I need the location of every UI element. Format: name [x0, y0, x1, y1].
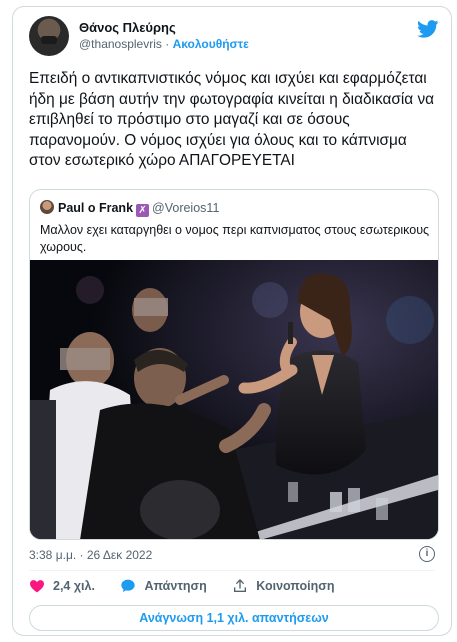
author-avatar[interactable]: [29, 16, 69, 56]
heart-icon: [30, 580, 44, 593]
author-handle-row: @thanosplevris · Ακολουθήστε: [79, 37, 249, 51]
quoted-author-name: Paul o Frank: [58, 201, 134, 215]
tweet-actions: 2,4 χιλ. Απάντηση Κοινοποίηση: [29, 578, 356, 598]
share-label: Κοινοποίηση: [256, 579, 335, 593]
read-replies-button[interactable]: Ανάγνωση 1,1 χιλ. απαντήσεων: [29, 605, 439, 631]
info-icon[interactable]: i: [419, 546, 435, 562]
like-button[interactable]: 2,4 χιλ.: [29, 578, 95, 594]
quoted-badge-icon: ✗: [136, 204, 150, 217]
share-button[interactable]: Κοινοποίηση: [232, 578, 334, 594]
tweet-card: Θάνος Πλεύρης @thanosplevris · Ακολουθήσ…: [12, 6, 452, 636]
quoted-author-handle: @Voreios11: [152, 201, 220, 215]
tweet-text: Επειδή ο αντικαπνιστικός νόμος και ισχύε…: [29, 70, 435, 170]
author-name[interactable]: Θάνος Πλεύρης: [79, 20, 176, 35]
tweet-timestamp[interactable]: 3:38 μ.μ. · 26 Δεκ 2022: [29, 548, 152, 562]
share-icon: [234, 579, 247, 592]
twitter-bird-icon[interactable]: [417, 20, 439, 38]
reply-bubble-icon: [121, 579, 136, 592]
reply-button[interactable]: Απάντηση: [120, 578, 207, 594]
follow-link[interactable]: Ακολουθήστε: [173, 37, 249, 51]
author-handle[interactable]: @thanosplevris: [79, 37, 162, 51]
like-count: 2,4 χιλ.: [53, 579, 95, 593]
tweet-header: Θάνος Πλεύρης @thanosplevris · Ακολουθήσ…: [29, 16, 439, 58]
quoted-text: Μαλλον εχει καταργηθει ο νομος περι καπν…: [40, 223, 430, 254]
quoted-tweet[interactable]: Paul o Frank ✗ @Voreios11 Μαλλον εχει κατα…: [29, 189, 439, 540]
divider: [29, 570, 435, 571]
reply-label: Απάντηση: [144, 579, 207, 593]
quoted-header: Paul o Frank ✗ @Voreios11: [40, 200, 219, 218]
quoted-avatar: [40, 200, 54, 214]
separator-dot: ·: [165, 37, 170, 51]
quoted-photo[interactable]: [30, 260, 438, 539]
